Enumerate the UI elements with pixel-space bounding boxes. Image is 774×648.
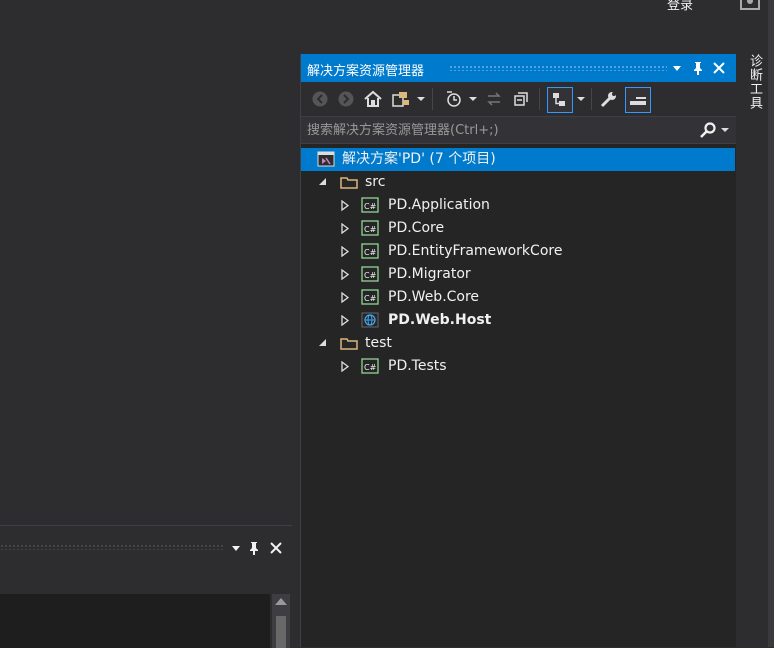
editor-area xyxy=(0,14,300,525)
svg-text:C#: C# xyxy=(364,225,377,234)
vertical-scrollbar[interactable] xyxy=(272,594,290,648)
window-position-dropdown-icon[interactable] xyxy=(228,540,244,556)
window-position-dropdown-icon[interactable] xyxy=(669,60,685,76)
tree-node-startup-project[interactable]: PD.Web.Host xyxy=(301,309,735,332)
tree-node-label: PD.Migrator xyxy=(388,266,471,282)
switch-views-dropdown-icon[interactable] xyxy=(417,97,425,115)
tree-node-project[interactable]: C# PD.Web.Core xyxy=(301,286,735,309)
pin-icon[interactable] xyxy=(246,540,262,556)
tree-node-label: src xyxy=(365,174,386,190)
collapse-all-icon[interactable] xyxy=(513,90,531,108)
pending-changes-filter-icon[interactable] xyxy=(444,90,464,108)
web-project-globe-icon xyxy=(361,312,379,328)
solution-explorer-title: 解决方案资源管理器 xyxy=(307,64,425,79)
expanded-arrow-icon[interactable] xyxy=(315,332,331,355)
tree-node-project[interactable]: C# PD.Application xyxy=(301,194,735,217)
folder-icon xyxy=(340,174,358,190)
close-icon[interactable] xyxy=(268,540,284,556)
tree-node-project[interactable]: C# PD.EntityFrameworkCore xyxy=(301,240,735,263)
toolbar-separator xyxy=(591,88,592,110)
collapsed-arrow-icon[interactable] xyxy=(337,263,353,286)
toolbar-separator xyxy=(432,88,433,110)
collapsed-arrow-icon[interactable] xyxy=(337,309,353,332)
tree-node-solution[interactable]: 解决方案'PD' (7 个项目) xyxy=(301,148,735,171)
diagnostic-tools-tab[interactable]: 诊断工具 xyxy=(744,54,764,110)
bottom-tool-window xyxy=(0,525,292,648)
tree-node-label: PD.Core xyxy=(388,220,445,236)
toolbar-separator xyxy=(539,88,540,110)
close-icon[interactable] xyxy=(711,60,727,76)
tree-node-label: PD.Application xyxy=(388,197,490,213)
svg-text:C#: C# xyxy=(364,202,377,211)
bottom-tool-window-header xyxy=(0,536,292,558)
csharp-project-icon: C# xyxy=(361,243,379,259)
search-options-dropdown-icon[interactable] xyxy=(721,128,729,132)
title-bar: 登录 xyxy=(0,0,774,14)
sync-with-active-document-icon[interactable] xyxy=(485,90,503,108)
search-icon[interactable] xyxy=(699,122,717,144)
visual-studio-solution-icon xyxy=(317,151,335,167)
collapsed-arrow-icon[interactable] xyxy=(337,355,353,378)
view-options-dropdown-icon[interactable] xyxy=(577,97,585,115)
drag-grip[interactable] xyxy=(449,65,667,71)
csharp-project-icon: C# xyxy=(361,358,379,374)
solution-explorer-title-bar: 解决方案资源管理器 xyxy=(301,54,737,82)
csharp-project-icon: C# xyxy=(361,220,379,236)
tree-node-label: PD.Tests xyxy=(388,358,447,374)
search-input[interactable] xyxy=(301,117,691,143)
scroll-thumb[interactable] xyxy=(276,616,286,648)
svg-text:C#: C# xyxy=(364,271,377,280)
tree-node-project[interactable]: C# PD.Tests xyxy=(301,355,735,378)
output-content[interactable] xyxy=(0,594,270,648)
tree-node-project[interactable]: C# PD.Migrator xyxy=(301,263,735,286)
home-icon[interactable] xyxy=(363,90,383,108)
tree-node-folder-test[interactable]: test xyxy=(301,332,735,355)
csharp-project-icon: C# xyxy=(361,266,379,282)
right-scroll-edge xyxy=(768,0,774,647)
expanded-arrow-icon[interactable] xyxy=(315,171,331,194)
csharp-project-icon: C# xyxy=(361,197,379,213)
login-link[interactable]: 登录 xyxy=(667,0,693,13)
tree-node-project[interactable]: C# PD.Core xyxy=(301,217,735,240)
svg-text:C#: C# xyxy=(364,294,377,303)
folder-icon xyxy=(340,335,358,351)
pin-icon[interactable] xyxy=(690,60,706,76)
tree-node-folder-src[interactable]: src xyxy=(301,171,735,194)
collapsed-arrow-icon[interactable] xyxy=(337,194,353,217)
switch-views-icon[interactable] xyxy=(391,90,413,108)
collapsed-arrow-icon[interactable] xyxy=(337,240,353,263)
scroll-up-icon[interactable] xyxy=(275,598,287,605)
properties-wrench-icon[interactable] xyxy=(599,90,619,108)
svg-text:C#: C# xyxy=(364,363,377,372)
collapsed-arrow-icon[interactable] xyxy=(337,286,353,309)
preview-selected-items-icon[interactable] xyxy=(625,87,651,113)
collapsed-arrow-icon[interactable] xyxy=(337,217,353,240)
tree-node-label: PD.Web.Host xyxy=(388,312,492,328)
tree-node-label: test xyxy=(365,335,392,351)
solution-explorer-search xyxy=(301,116,737,144)
csharp-project-icon: C# xyxy=(361,289,379,305)
back-icon[interactable] xyxy=(311,90,329,108)
show-all-files-icon[interactable] xyxy=(547,87,573,113)
drag-grip[interactable] xyxy=(0,544,225,550)
forward-icon[interactable] xyxy=(337,90,355,108)
filter-dropdown-icon[interactable] xyxy=(469,97,477,115)
account-icon[interactable] xyxy=(740,0,760,10)
svg-text:C#: C# xyxy=(364,248,377,257)
solution-explorer-toolbar xyxy=(301,82,737,116)
tree-node-label: PD.EntityFrameworkCore xyxy=(388,243,563,259)
solution-explorer: 解决方案资源管理器 搜索解决方案资源管理器(Ctrl+;) 解决方案'PD' (… xyxy=(300,54,737,647)
tree-node-label: 解决方案'PD' (7 个项目) xyxy=(342,151,496,167)
tree-node-label: PD.Web.Core xyxy=(388,289,480,305)
